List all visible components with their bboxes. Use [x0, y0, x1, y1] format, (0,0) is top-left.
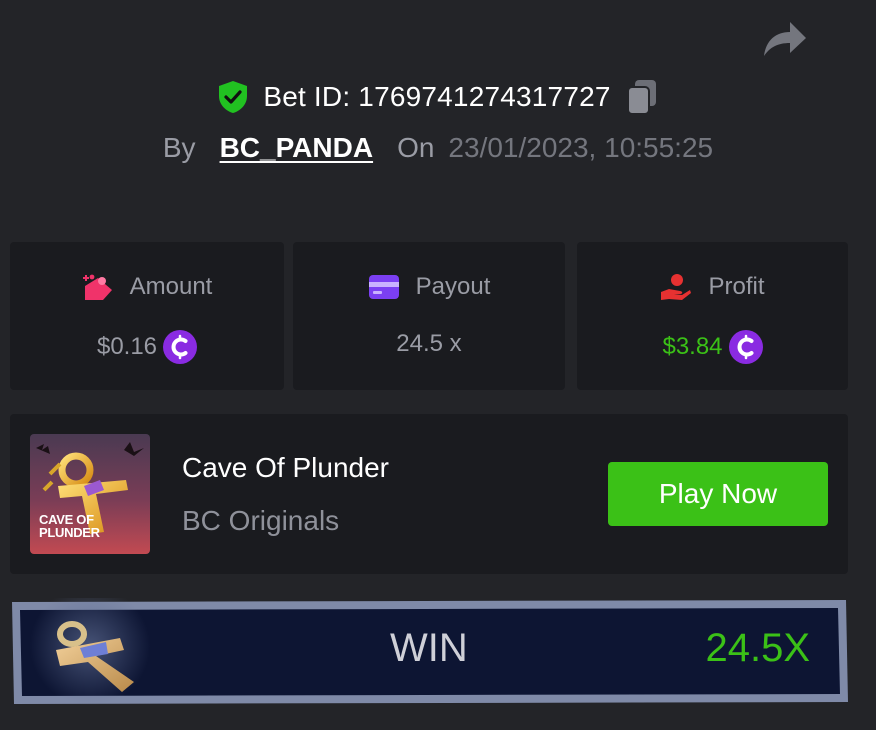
- profit-label: Profit: [708, 273, 765, 300]
- win-multiplier: 24.5X: [705, 626, 810, 670]
- bet-owner-row: By BC_PANDA On 23/01/2023, 10:55:25: [0, 132, 876, 164]
- amount-label: Amount: [129, 273, 213, 300]
- game-thumbnail[interactable]: CAVE OF PLUNDER: [30, 434, 150, 554]
- profit-card: Profit $3.84: [577, 242, 848, 390]
- copy-icon[interactable]: [625, 78, 659, 116]
- game-provider: BC Originals: [182, 505, 340, 536]
- share-icon[interactable]: [760, 18, 808, 60]
- payout-label: Payout: [415, 273, 491, 300]
- bcd-coin-icon: [728, 330, 763, 364]
- play-now-button[interactable]: Play Now: [608, 462, 828, 526]
- by-label: By: [162, 132, 196, 163]
- amount-card: Amount $0.16: [10, 242, 284, 390]
- card-icon: [368, 275, 399, 299]
- profit-value: $3.84: [662, 333, 723, 360]
- game-card: CAVE OF PLUNDER Cave Of Plunder BC Origi…: [10, 414, 848, 574]
- payout-card: Payout 24.5 x: [293, 242, 565, 390]
- thumb-title-line2: PLUNDER: [39, 525, 100, 540]
- game-title[interactable]: Cave Of Plunder: [182, 452, 389, 484]
- shield-check-icon: [219, 81, 248, 113]
- thumb-title: CAVE OF PLUNDER: [39, 513, 100, 539]
- hand-coin-icon: [661, 274, 692, 300]
- bet-details-page: Bet ID: 1769741274317727 By BC_PANDA On …: [0, 0, 876, 730]
- payout-value: 24.5 x: [396, 330, 462, 357]
- money-bag-icon: [82, 274, 112, 300]
- amount-value: $0.16: [96, 333, 158, 360]
- on-label: On: [397, 132, 435, 163]
- bet-id-text: Bet ID: 1769741274317727: [263, 81, 611, 112]
- username-link[interactable]: BC_PANDA: [220, 132, 374, 164]
- win-label: WIN: [390, 626, 468, 670]
- bet-datetime: 23/01/2023, 10:55:25: [448, 132, 714, 163]
- win-banner: WIN 24.5X: [10, 598, 850, 706]
- bcd-coin-icon: [163, 330, 198, 364]
- bet-id-row: Bet ID: 1769741274317727: [0, 78, 876, 116]
